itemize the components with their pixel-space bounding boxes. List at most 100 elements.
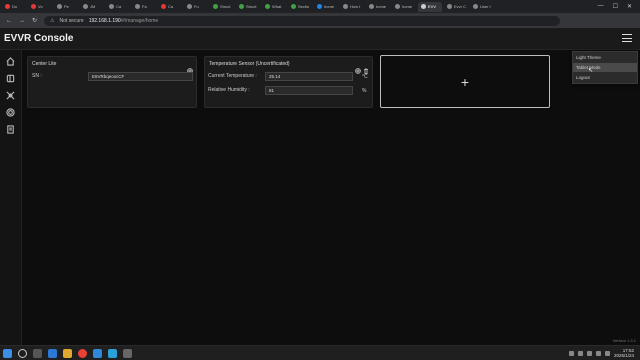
telegram-icon[interactable]: [108, 348, 117, 358]
sn-field: E6VRbqeoxcCF: [88, 72, 193, 81]
maximize-icon[interactable]: ☐: [613, 3, 618, 10]
tab-favicon-icon: [31, 4, 36, 9]
tab-favicon-icon: [317, 4, 322, 9]
reload-icon[interactable]: ↻: [32, 17, 37, 24]
tab-favicon-icon: [291, 4, 296, 9]
tab-label: Sectio: [298, 4, 310, 9]
menu-item-light-theme[interactable]: Light Theme: [573, 53, 637, 62]
delete-icon[interactable]: [363, 61, 369, 74]
url-host: 192.168.1.190: [88, 17, 121, 24]
hamburger-menu-button[interactable]: [622, 34, 632, 42]
browser-tab[interactable]: Pe: [54, 2, 78, 12]
taskbar: 17:52 2025/1/24: [0, 345, 640, 360]
system-tray: 17:52 2025/1/24: [568, 348, 640, 358]
settings-icon[interactable]: [6, 107, 16, 117]
windows-start-icon[interactable]: [3, 348, 12, 358]
plus-icon: +: [460, 73, 470, 90]
automation-icon[interactable]: [6, 90, 16, 100]
browser-tab[interactable]: Evvr C: [444, 2, 468, 12]
tab-label: home: [324, 4, 335, 9]
browser-tab[interactable]: Vo: [28, 2, 52, 12]
tab-favicon-icon: [395, 4, 400, 9]
back-icon[interactable]: ←: [6, 18, 12, 24]
wifi-icon[interactable]: [595, 350, 601, 356]
logs-icon[interactable]: [6, 124, 16, 134]
browser-tab[interactable]: home: [366, 2, 390, 12]
tab-label: home: [376, 4, 387, 9]
security-label: Not secure: [59, 17, 84, 24]
tab-favicon-icon: [187, 4, 192, 9]
browser-tab[interactable]: home: [314, 2, 338, 12]
tab-label: Struct: [220, 4, 231, 9]
browser-tab[interactable]: JM: [80, 2, 104, 12]
tab-favicon-icon: [5, 4, 10, 9]
menu-item-logout[interactable]: Logout: [573, 73, 637, 82]
settings-icon[interactable]: [187, 61, 193, 74]
browser-tab[interactable]: Ca: [106, 2, 130, 12]
volume-icon[interactable]: [604, 350, 610, 356]
current-temperature-field: 25.14: [265, 72, 353, 81]
tab-label: home: [402, 4, 413, 9]
chrome-icon[interactable]: [78, 348, 87, 358]
tab-favicon-icon: [161, 4, 166, 9]
tab-favicon-icon: [265, 4, 270, 9]
browser-tab[interactable]: What: [262, 2, 286, 12]
task-view-icon[interactable]: [33, 348, 42, 358]
add-device-button[interactable]: +: [380, 55, 550, 108]
tab-favicon-icon: [57, 4, 62, 9]
menu-icon: [622, 34, 632, 35]
browser-tab[interactable]: Du: [2, 2, 26, 12]
url-path: /#/manage/home: [120, 17, 159, 24]
sidebar: [0, 50, 22, 345]
app-header: EVVR Console: [0, 28, 640, 50]
app-icon[interactable]: [93, 348, 102, 358]
minimize-icon[interactable]: —: [598, 3, 604, 10]
app-title: EVVR Console: [4, 33, 74, 44]
browser-tab[interactable]: How t: [340, 2, 364, 12]
search-icon[interactable]: [18, 348, 27, 358]
center-lite-card: Center Lite SN : E6VRbqeoxcCF: [27, 56, 197, 108]
tray-icon[interactable]: [568, 350, 574, 356]
window-controls: — ☐ ✕: [598, 3, 640, 10]
browser-tab[interactable]: Struct: [210, 2, 234, 12]
tab-label: EVV: [428, 4, 437, 9]
tab-favicon-icon: [369, 4, 374, 9]
clock[interactable]: 17:52 2025/1/24: [614, 348, 634, 358]
menu-item-tablet-mode[interactable]: Tablet Mode: [573, 63, 637, 72]
tray-icon[interactable]: [586, 350, 592, 356]
browser-tab[interactable]: home: [392, 2, 416, 12]
close-icon[interactable]: ✕: [627, 3, 632, 10]
address-bar: ← → ↻ ⚠ Not secure 192.168.1.190/#/manag…: [0, 13, 640, 28]
devices-icon[interactable]: [6, 73, 16, 83]
browser-tab[interactable]: User I: [470, 2, 494, 12]
browser-tab-strip: Du Vo Pe JM Ca Fa Ca Fu Struct Struct What Sectio ho…: [0, 0, 640, 13]
tab-favicon-icon: [421, 4, 426, 9]
browser-tab[interactable]: Sectio: [288, 2, 312, 12]
home-icon[interactable]: [6, 56, 16, 66]
tab-favicon-icon: [109, 4, 114, 9]
tab-favicon-icon: [343, 4, 348, 9]
browser-tab[interactable]: EVV: [418, 1, 442, 12]
browser-tab[interactable]: Fa: [132, 2, 156, 12]
forward-icon[interactable]: →: [19, 18, 25, 24]
tray-icon[interactable]: [577, 350, 583, 356]
temperature-unit: °C: [362, 74, 368, 80]
card-title: Center Lite: [32, 61, 57, 67]
settings-icon[interactable]: [355, 61, 361, 74]
browser-tab[interactable]: Ca: [158, 2, 182, 12]
tab-label: Du: [12, 4, 18, 9]
browser-tab[interactable]: Fu: [184, 2, 208, 12]
tab-label: JM: [90, 4, 96, 9]
folder-icon[interactable]: [63, 348, 72, 358]
sn-label: SN :: [32, 73, 42, 79]
explorer-icon[interactable]: [48, 348, 57, 358]
snipping-icon[interactable]: [123, 348, 132, 358]
browser-tab[interactable]: Struct: [236, 2, 260, 12]
tab-label: Evvr C: [454, 4, 466, 9]
tab-label: Ca: [116, 4, 122, 9]
tab-label: Fu: [194, 4, 199, 9]
clock-date: 2025/1/24: [613, 353, 634, 358]
relative-humidity-label: Relative Humidity :: [208, 87, 250, 93]
tab-favicon-icon: [239, 4, 244, 9]
url-input[interactable]: ⚠ Not secure 192.168.1.190/#/manage/home: [44, 15, 560, 26]
